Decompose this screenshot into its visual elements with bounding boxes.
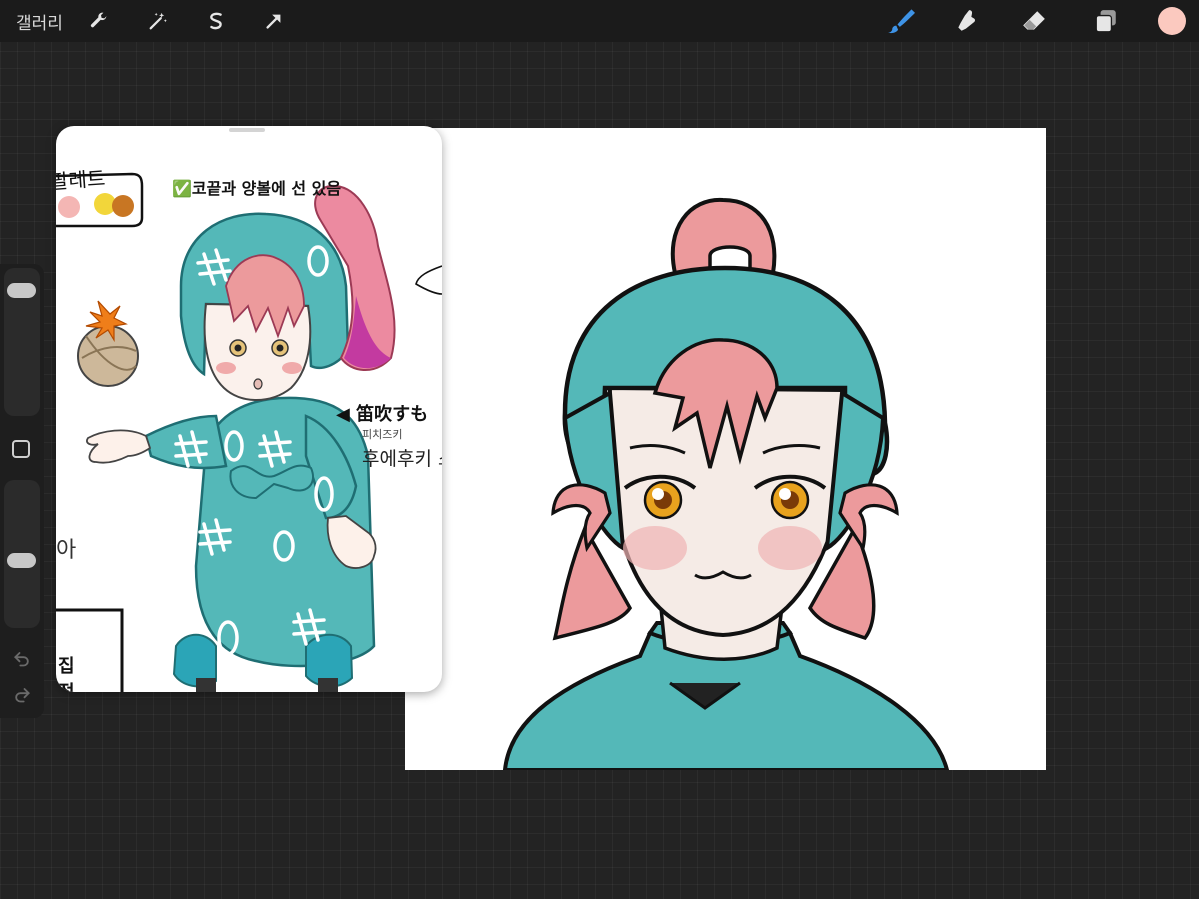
palette-swatches <box>56 193 142 218</box>
gallery-button[interactable]: 갤러리 <box>16 9 63 34</box>
canvas-artwork <box>502 197 950 770</box>
eraser-icon[interactable] <box>1017 6 1051 36</box>
undo-icon[interactable] <box>12 648 32 668</box>
reference-panel[interactable]: 팔레트 ✅코끝과 양볼에 선 있음 ◀ 笛吹すも 피치즈키 후에후키 스 아 집… <box>56 126 442 692</box>
bottom-character-text-2: 정 <box>58 678 75 692</box>
magic-wand-icon[interactable] <box>143 6 173 36</box>
redo-icon[interactable] <box>12 684 32 704</box>
palette-swatch <box>58 196 80 218</box>
left-sidebar <box>0 264 44 718</box>
transform-arrow-icon[interactable] <box>259 6 289 36</box>
bottom-character-text-1: 집 <box>58 656 75 677</box>
note-title: ✅코끝과 양볼에 선 있음 <box>172 179 342 198</box>
brush-opacity-slider[interactable] <box>4 480 40 628</box>
brush-size-slider[interactable] <box>4 268 40 416</box>
brush-opacity-handle[interactable] <box>7 552 36 568</box>
drawing-canvas[interactable] <box>405 128 1046 770</box>
reading-small-label: 피치즈키 <box>362 428 403 441</box>
brush-size-handle[interactable] <box>7 282 36 298</box>
character-name-label: ◀ 笛吹すも <box>336 404 429 425</box>
side-character-text: 아 <box>56 538 77 563</box>
smudge-icon[interactable] <box>950 6 984 36</box>
top-toolbar: 갤러리 <box>0 0 1199 42</box>
brush-icon[interactable] <box>884 6 918 36</box>
palette-swatch <box>112 195 134 217</box>
wrench-icon[interactable] <box>84 6 114 36</box>
selection-icon[interactable] <box>201 6 231 36</box>
color-picker-button[interactable] <box>1158 7 1186 35</box>
layers-icon[interactable] <box>1089 6 1123 36</box>
palette-label: 팔레트 <box>56 166 107 194</box>
reading-large-label: 후에후키 스 <box>362 448 442 470</box>
modify-square-button[interactable] <box>12 440 30 458</box>
